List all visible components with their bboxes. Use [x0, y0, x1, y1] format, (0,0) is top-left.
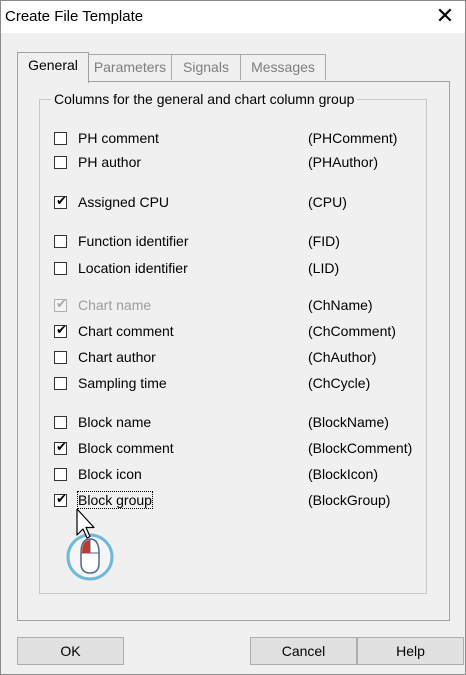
- option-label: Location identifier: [78, 260, 188, 276]
- option-code: (ChComment): [308, 323, 396, 339]
- checkbox[interactable]: [54, 468, 67, 481]
- option-code: (CPU): [308, 194, 347, 210]
- close-icon: ✕: [435, 4, 455, 29]
- tab-general[interactable]: General: [17, 52, 89, 83]
- title-bar: Create File Template ✕: [1, 1, 465, 33]
- dialog-title: Create File Template: [5, 8, 144, 25]
- check-icon: ✔: [56, 323, 67, 338]
- tab-signals-label: Signals: [183, 59, 229, 75]
- option-code: (ChName): [308, 297, 373, 313]
- checkbox: ✔: [54, 297, 67, 312]
- option-code: (ChCycle): [308, 375, 371, 391]
- option-label: Block name: [78, 414, 152, 430]
- close-button[interactable]: ✕: [425, 1, 465, 33]
- tab-general-label: General: [28, 57, 78, 73]
- groupbox-legend: Columns for the general and chart column…: [51, 91, 358, 107]
- option-code: (BlockGroup): [308, 492, 391, 508]
- check-icon: ✔: [56, 297, 67, 312]
- option-label: Chart author: [78, 349, 156, 365]
- create-file-template-dialog: Create File Template ✕ General Parameter…: [0, 0, 466, 675]
- checkbox[interactable]: [54, 235, 67, 248]
- checkbox[interactable]: [54, 351, 67, 364]
- help-button[interactable]: Help: [357, 637, 464, 665]
- option-label: Block comment: [78, 440, 174, 456]
- option-label: Chart name: [78, 297, 152, 313]
- checkbox[interactable]: ✔: [54, 323, 67, 338]
- option-label: Sampling time: [78, 375, 167, 391]
- cancel-button[interactable]: Cancel: [250, 637, 357, 665]
- option-label: PH author: [78, 154, 142, 170]
- check-icon: ✔: [56, 492, 67, 507]
- checkbox[interactable]: ✔: [54, 194, 67, 209]
- option-code: (BlockComment): [308, 440, 413, 456]
- tab-signals[interactable]: Signals: [171, 54, 241, 80]
- option-code: (BlockName): [308, 414, 389, 430]
- option-code: (FID): [308, 233, 340, 249]
- option-code: (LID): [308, 260, 340, 276]
- option-label: Block group: [77, 491, 153, 509]
- checkbox[interactable]: ✔: [54, 440, 67, 455]
- checkbox[interactable]: [54, 132, 67, 145]
- mouse-click-cursor-icon: [66, 509, 114, 581]
- option-code: (PHComment): [308, 130, 398, 146]
- checkbox[interactable]: [54, 416, 67, 429]
- checkbox[interactable]: [54, 262, 67, 275]
- tab-parameters[interactable]: Parameters: [88, 54, 172, 80]
- checkbox[interactable]: [54, 377, 67, 390]
- option-label: Function identifier: [78, 233, 189, 249]
- option-label: Chart comment: [78, 323, 174, 339]
- checkbox[interactable]: ✔: [54, 492, 67, 507]
- checkbox[interactable]: [54, 156, 67, 169]
- option-code: (BlockIcon): [308, 466, 379, 482]
- tab-messages[interactable]: Messages: [240, 54, 326, 80]
- check-icon: ✔: [56, 440, 67, 455]
- option-code: (PHAuthor): [308, 154, 379, 170]
- option-code: (ChAuthor): [308, 349, 377, 365]
- option-label: Block icon: [78, 466, 142, 482]
- option-label: PH comment: [78, 130, 159, 146]
- tab-parameters-label: Parameters: [93, 59, 167, 75]
- ok-button[interactable]: OK: [17, 637, 124, 665]
- check-icon: ✔: [56, 194, 67, 209]
- tab-messages-label: Messages: [251, 59, 315, 75]
- option-label: Assigned CPU: [78, 194, 170, 210]
